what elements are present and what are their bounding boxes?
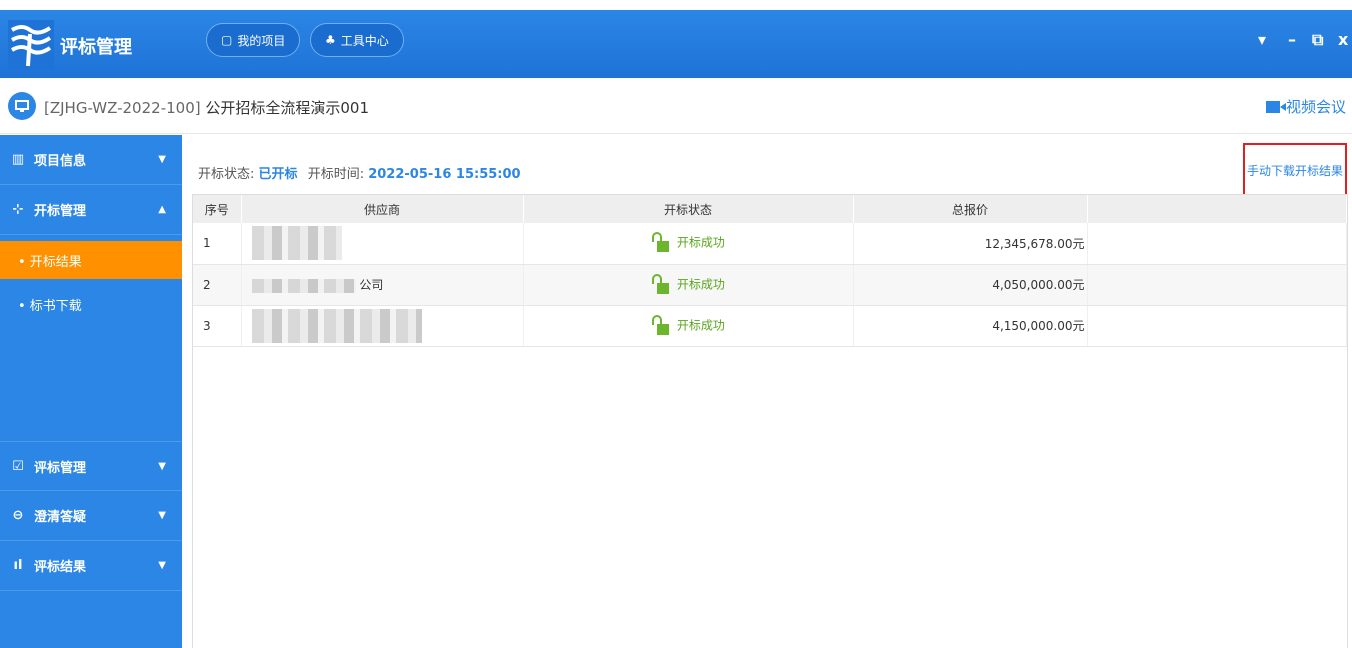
- sidebar-item-label: 项目信息: [34, 154, 87, 169]
- sidebar-item-project-info[interactable]: ▥ 项目信息 ▼: [0, 135, 182, 185]
- row-seq: 2: [193, 264, 242, 306]
- unlock-icon: [651, 273, 671, 296]
- row-price: 12,345,678.00元: [853, 223, 1088, 265]
- bid-open-icon: ⊹: [12, 202, 24, 217]
- row-extra: [1087, 264, 1347, 306]
- header-state[interactable]: 开标状态: [523, 195, 854, 223]
- redacted-name: [251, 226, 342, 261]
- video-meeting-label: 视频会议: [1286, 98, 1347, 116]
- supplier-text: 公司: [359, 278, 384, 292]
- row-extra: [1087, 305, 1347, 347]
- row-price: 4,050,000.00元: [853, 264, 1088, 306]
- row-state: 开标成功: [523, 223, 854, 265]
- header-price[interactable]: 总报价: [853, 195, 1088, 223]
- table-row[interactable]: 1 开标成功 12,345,678.00元: [193, 223, 1347, 265]
- row-seq: 3: [193, 305, 242, 347]
- table-row[interactable]: 3 开标成功 4,150,000.00元: [193, 305, 1347, 347]
- redacted-name: [251, 278, 356, 293]
- row-seq: 1: [193, 223, 242, 265]
- main-content: 开标状态: 已开标 开标时间: 2022-05-16 15:55:00 手动下载…: [182, 135, 1352, 648]
- unlock-icon: [651, 314, 671, 337]
- restore-icon[interactable]: ⧉: [1312, 30, 1323, 50]
- top-bar: 评标管理 ▢ 我的项目 ♣ 工具中心 ▾ – ⧉ x: [0, 10, 1352, 78]
- row-state: 开标成功: [523, 264, 854, 306]
- chart-icon: ıl: [13, 558, 23, 573]
- close-icon[interactable]: x: [1338, 30, 1348, 49]
- sidebar-item-clarification[interactable]: ⊖ 澄清答疑 ▼: [0, 491, 182, 541]
- project-title: [ZJHG-WZ-2022-100] 公开招标全流程演示001: [44, 97, 369, 118]
- tool-center-label: 工具中心: [340, 33, 389, 48]
- minimize-icon[interactable]: –: [1288, 30, 1296, 49]
- header-supplier[interactable]: 供应商: [241, 195, 524, 223]
- unlock-icon: [651, 232, 671, 254]
- row-supplier: 公司: [241, 264, 524, 306]
- video-meeting-button[interactable]: 视频会议: [1266, 96, 1346, 117]
- sidebar-subitem-doc-download[interactable]: • 标书下载: [0, 285, 182, 323]
- sidebar-item-label: 澄清答疑: [34, 510, 87, 525]
- table-header: 序号 供应商 开标状态 总报价: [193, 195, 1347, 223]
- row-supplier: [241, 305, 524, 347]
- sidebar-item-bid-opening[interactable]: ⊹ 开标管理 ▲: [0, 185, 182, 235]
- my-projects-button[interactable]: ▢ 我的项目: [206, 23, 301, 57]
- caret-down-icon: ▼: [158, 154, 166, 165]
- time-value: 2022-05-16 15:55:00: [368, 167, 521, 182]
- caret-up-icon: ▲: [158, 204, 166, 215]
- app-title: 评标管理: [60, 37, 132, 58]
- sidebar-item-label: 开标管理: [34, 204, 87, 219]
- project-monitor-icon: [8, 92, 36, 120]
- caret-down-icon: ▼: [158, 510, 166, 521]
- redacted-name: [251, 308, 422, 343]
- header-extra: [1087, 195, 1347, 223]
- state-text: 开标成功: [676, 235, 725, 250]
- table-row[interactable]: 2 公司 开标成功 4,050,000.00元: [193, 264, 1347, 306]
- bid-result-table: 序号 供应商 开标状态 总报价 1 开标成功 12,345,678.00元 2 …: [192, 194, 1348, 648]
- app-logo-icon: [8, 20, 54, 70]
- row-supplier: [241, 223, 524, 265]
- monitor-icon: ▢: [221, 33, 233, 47]
- project-code: [ZJHG-WZ-2022-100]: [44, 99, 201, 117]
- project-header: [ZJHG-WZ-2022-100] 公开招标全流程演示001 视频会议: [0, 78, 1352, 134]
- state-text: 开标成功: [676, 277, 725, 291]
- my-projects-label: 我的项目: [237, 33, 286, 48]
- qa-icon: ⊖: [12, 508, 24, 523]
- sidebar: ▥ 项目信息 ▼ ⊹ 开标管理 ▲ • 开标结果 • 标书下载 ☑ 评标管理 ▼…: [0, 135, 182, 648]
- dropdown-icon[interactable]: ▾: [1258, 30, 1266, 49]
- tool-center-button[interactable]: ♣ 工具中心: [310, 23, 404, 57]
- evaluate-icon: ☑: [12, 458, 24, 474]
- project-name: 公开招标全流程演示001: [205, 99, 370, 117]
- caret-down-icon: ▼: [158, 460, 166, 472]
- state-value: 已开标: [258, 167, 298, 182]
- row-price: 4,150,000.00元: [853, 305, 1088, 347]
- sidebar-item-eval-result[interactable]: ıl 评标结果 ▼: [0, 541, 182, 591]
- state-text: 开标成功: [676, 318, 725, 332]
- sidebar-subitem-bid-result[interactable]: • 开标结果: [0, 241, 182, 279]
- manual-download-button[interactable]: 手动下载开标结果: [1243, 143, 1347, 197]
- time-label: 开标时间:: [307, 167, 365, 182]
- state-label: 开标状态:: [198, 167, 255, 182]
- sidebar-item-label: 评标管理: [34, 460, 87, 476]
- tools-icon: ♣: [325, 33, 336, 47]
- sidebar-item-evaluation[interactable]: ☑ 评标管理 ▼: [0, 441, 182, 491]
- header-seq[interactable]: 序号: [193, 195, 242, 223]
- sidebar-item-label: 评标结果: [34, 560, 87, 575]
- info-icon: ▥: [11, 152, 25, 167]
- row-state: 开标成功: [523, 305, 854, 347]
- camera-icon: [1266, 100, 1286, 113]
- caret-down-icon: ▼: [158, 560, 166, 571]
- row-extra: [1087, 223, 1347, 265]
- bid-status-bar: 开标状态: 已开标 开标时间: 2022-05-16 15:55:00: [198, 163, 521, 182]
